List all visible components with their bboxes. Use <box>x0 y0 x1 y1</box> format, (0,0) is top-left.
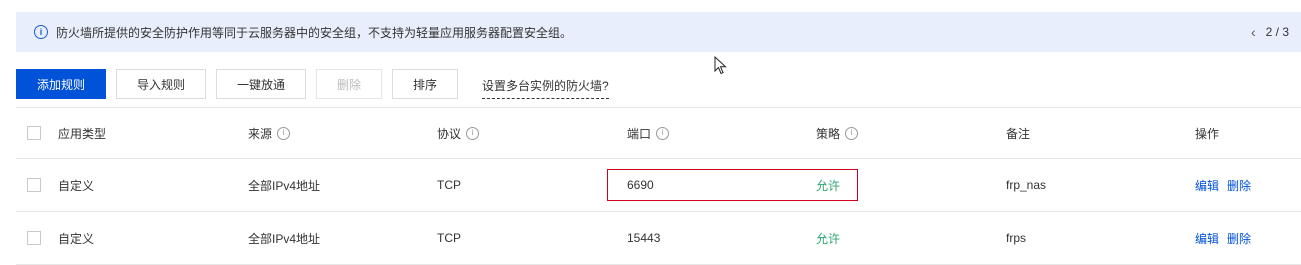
header-port: 端口 i <box>627 125 670 142</box>
header-action: 操作 <box>1195 126 1220 141</box>
header-policy: 策略 i <box>816 125 859 142</box>
help-icon[interactable]: i <box>466 126 480 140</box>
toolbar: 添加规则 导入规则 一键放通 删除 排序 设置多台实例的防火墙? <box>16 69 609 99</box>
info-icon: i <box>34 25 48 39</box>
notice-pager: ‹ 2 / 3 <box>1251 12 1289 52</box>
header-source: 来源 i <box>248 125 291 142</box>
cell-app-type: 自定义 <box>58 178 95 193</box>
add-rule-button[interactable]: 添加规则 <box>16 69 106 99</box>
cell-remark: frp_nas <box>1006 178 1047 192</box>
cell-port: 6690 <box>627 178 654 192</box>
sort-button[interactable]: 排序 <box>392 69 458 99</box>
cell-policy: 允许 <box>816 231 841 246</box>
select-all-checkbox[interactable] <box>27 126 41 140</box>
cell-policy: 允许 <box>816 178 841 193</box>
help-icon[interactable]: i <box>845 126 859 140</box>
cell-protocol: TCP <box>437 231 461 245</box>
notice-text: 防火墙所提供的安全防护作用等同于云服务器中的安全组，不支持为轻量应用服务器配置安… <box>56 25 573 40</box>
table-row: 自定义 全部IPv4地址 TCP 6690 允许 frp_nas 编辑 删除 <box>16 159 1301 212</box>
table-row: 自定义 全部IPv4地址 TCP 15443 允许 frps 编辑 删除 <box>16 212 1301 265</box>
header-protocol: 协议 i <box>437 125 480 142</box>
header-remark: 备注 <box>1006 126 1031 141</box>
table-header-row: 应用类型 来源 i 协议 i 端口 i 策略 i 备注 操作 <box>16 108 1301 159</box>
delete-link[interactable]: 删除 <box>1227 230 1251 247</box>
help-icon[interactable]: i <box>277 126 291 140</box>
one-click-allow-button[interactable]: 一键放通 <box>216 69 306 99</box>
edit-link[interactable]: 编辑 <box>1195 177 1219 194</box>
mouse-pointer-icon <box>714 56 727 75</box>
firewall-rules-table: 应用类型 来源 i 协议 i 端口 i 策略 i 备注 操作 自定义 全部IPv4地址 … <box>16 107 1301 265</box>
cell-app-type: 自定义 <box>58 231 95 246</box>
chevron-left-icon[interactable]: ‹ <box>1251 24 1256 40</box>
row-checkbox[interactable] <box>27 231 41 245</box>
cell-remark: frps <box>1006 231 1027 245</box>
edit-link[interactable]: 编辑 <box>1195 230 1219 247</box>
header-app-type: 应用类型 <box>58 126 107 141</box>
cell-source: 全部IPv4地址 <box>248 178 321 193</box>
cell-port: 15443 <box>627 231 661 245</box>
cell-actions: 编辑 删除 <box>1195 230 1259 247</box>
info-notice-bar: i 防火墙所提供的安全防护作用等同于云服务器中的安全组，不支持为轻量应用服务器配… <box>16 12 1301 52</box>
multi-instance-firewall-link[interactable]: 设置多台实例的防火墙? <box>482 77 609 99</box>
row-checkbox[interactable] <box>27 178 41 192</box>
import-rules-button[interactable]: 导入规则 <box>116 69 206 99</box>
cell-actions: 编辑 删除 <box>1195 177 1259 194</box>
delete-button[interactable]: 删除 <box>316 69 382 99</box>
delete-link[interactable]: 删除 <box>1227 177 1251 194</box>
help-icon[interactable]: i <box>656 126 670 140</box>
cell-protocol: TCP <box>437 178 461 192</box>
page-indicator: 2 / 3 <box>1265 25 1289 39</box>
cell-source: 全部IPv4地址 <box>248 231 321 246</box>
